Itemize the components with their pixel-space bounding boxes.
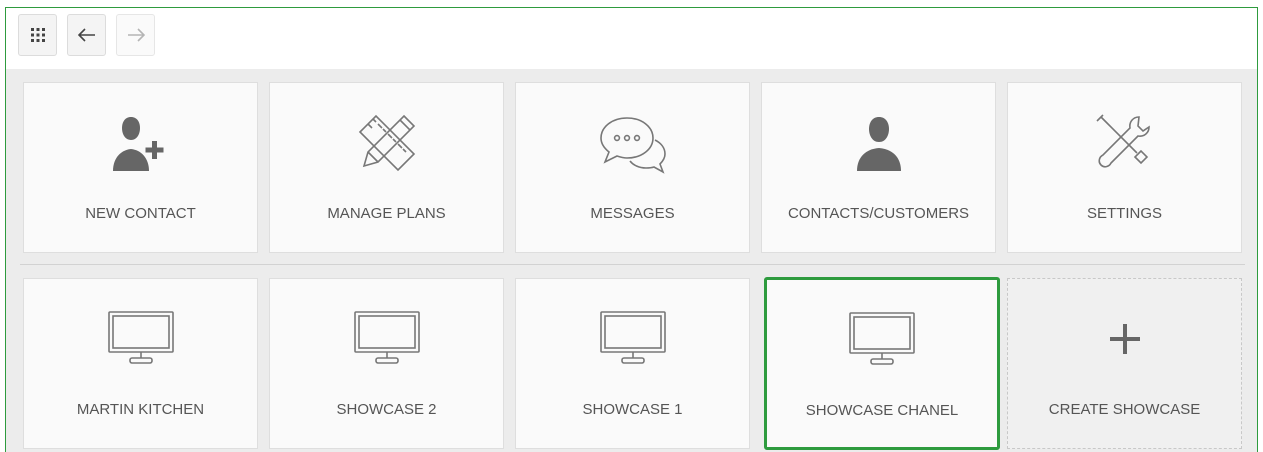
row-divider: [20, 264, 1245, 265]
apps-grid-button[interactable]: [18, 14, 57, 56]
pencil-ruler-icon: [358, 114, 415, 172]
add-user-icon: [112, 117, 163, 171]
tile-messages[interactable]: MESSAGES: [515, 82, 750, 253]
tile-label: SHOWCASE 1: [582, 401, 683, 418]
tile-label: SETTINGS: [1086, 205, 1162, 222]
grid-icon: [30, 28, 45, 42]
tile-settings[interactable]: SETTINGS: [1007, 82, 1242, 253]
monitor-icon: [107, 311, 174, 364]
toolbar: [6, 8, 1257, 69]
tile-manage-plans[interactable]: MANAGE PLANS: [269, 82, 504, 253]
plus-icon: [1109, 324, 1140, 354]
tile-showcase-2[interactable]: SHOWCASE 2: [269, 278, 504, 449]
app-frame: NEW CONTACT MANAGE PLANS MESSAGES CONTAC…: [5, 7, 1258, 452]
arrow-left-icon: [77, 28, 95, 42]
tile-label: CREATE SHOWCASE: [1048, 401, 1201, 418]
tile-new-contact[interactable]: NEW CONTACT: [23, 82, 258, 253]
tile-label: CONTACTS/CUSTOMERS: [787, 205, 970, 222]
tile-label: MANAGE PLANS: [327, 205, 446, 222]
tools-icon: [1095, 114, 1150, 168]
tile-label: MARTIN KITCHEN: [76, 401, 205, 418]
monitor-icon: [849, 312, 915, 365]
tile-showcase-chanel[interactable]: SHOWCASE CHANEL: [764, 277, 1000, 450]
tile-create-showcase[interactable]: CREATE SHOWCASE: [1007, 278, 1242, 449]
back-button[interactable]: [67, 14, 106, 56]
arrow-right-icon: [127, 28, 145, 42]
forward-button[interactable]: [116, 14, 155, 56]
tile-showcase-1[interactable]: SHOWCASE 1: [515, 278, 750, 449]
tiles-area: NEW CONTACT MANAGE PLANS MESSAGES CONTAC…: [6, 69, 1257, 452]
tile-label: NEW CONTACT: [85, 205, 196, 222]
tile-label: SHOWCASE 2: [336, 401, 437, 418]
tile-contacts-customers[interactable]: CONTACTS/CUSTOMERS: [761, 82, 996, 253]
tile-label: SHOWCASE CHANEL: [805, 402, 959, 419]
tile-label: MESSAGES: [590, 205, 675, 222]
monitor-icon: [353, 311, 420, 364]
chat-bubbles-icon: [599, 117, 666, 174]
monitor-icon: [599, 311, 666, 364]
tile-martin-kitchen[interactable]: MARTIN KITCHEN: [23, 278, 258, 449]
user-icon: [856, 117, 901, 171]
